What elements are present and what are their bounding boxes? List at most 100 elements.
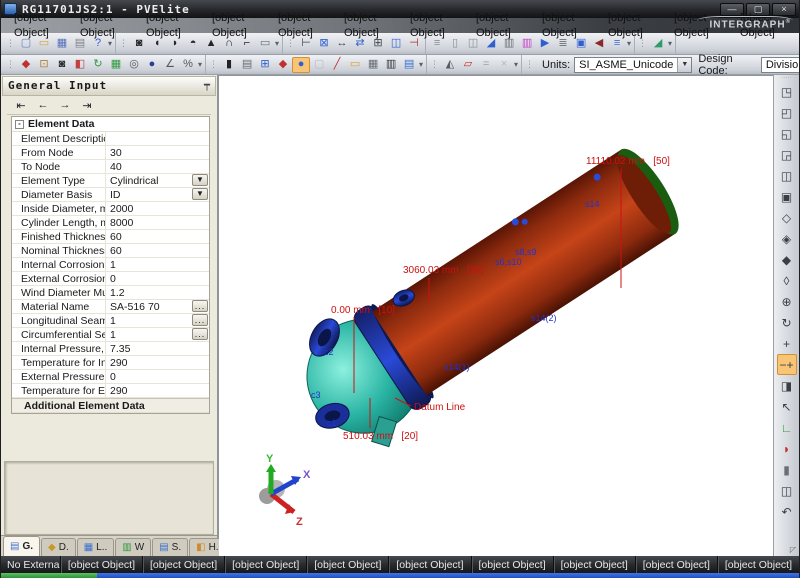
field-value[interactable]: 0 [106, 272, 209, 285]
zoom-window-icon[interactable]: ⊕ [777, 291, 797, 312]
iso-view-3-icon[interactable]: ◆ [777, 249, 797, 270]
menu-item[interactable]: [object Object] [205, 11, 271, 41]
next-element-button[interactable]: → [55, 98, 75, 113]
percent-icon[interactable]: % [179, 57, 197, 73]
field-value[interactable]: 7.35 [106, 342, 209, 355]
refresh-icon[interactable]: ↻ [89, 57, 107, 73]
grid-group-element-data[interactable]: - Element Data [12, 117, 209, 132]
field-value[interactable] [106, 132, 209, 145]
equal-icon[interactable]: = [477, 57, 495, 73]
table-gray-icon[interactable]: ▦ [364, 57, 382, 73]
sphere-blue-icon[interactable]: ● [292, 57, 310, 73]
dropdown-button[interactable]: ▼ [192, 174, 208, 186]
panel-tab[interactable]: ▤ S. [152, 538, 188, 556]
collapse-icon[interactable]: - [15, 120, 24, 129]
field-value[interactable]: 0 [106, 370, 209, 383]
iso-view-2-icon[interactable]: ◈ [777, 228, 797, 249]
field-value[interactable]: 40 [106, 160, 209, 173]
field-value[interactable]: 290 [106, 384, 209, 397]
triad-toggle-icon[interactable]: ∟ [777, 417, 797, 438]
toolbar-grip[interactable]: ⋮ [209, 59, 218, 70]
cube-view-top-icon[interactable]: ◫ [777, 165, 797, 186]
analyze-figure-icon[interactable]: ◆ [274, 57, 292, 73]
iso-view-4-icon[interactable]: ◊ [777, 270, 797, 291]
search-icon[interactable]: ◎ [125, 57, 143, 73]
menu-item[interactable]: [object Object] [337, 11, 403, 41]
field-value[interactable]: 60 [106, 230, 209, 243]
pan-icon[interactable]: + [777, 333, 797, 354]
design-code-combobox[interactable]: Division 1 ▼ [761, 57, 800, 73]
field-value[interactable]: 1 [106, 314, 191, 327]
grid-group-additional-element-data[interactable]: Additional Element Data [12, 398, 209, 413]
ellipsis-button[interactable]: ... [192, 314, 208, 326]
cube-view-right-icon[interactable]: ◲ [777, 144, 797, 165]
dropdown-button[interactable]: ▼ [192, 188, 208, 200]
toolbar-corner-icon[interactable]: ◸ [790, 545, 799, 554]
overflow-icon[interactable]: ▾ [198, 60, 202, 69]
field-value[interactable]: Cylindrical [106, 174, 191, 187]
folder-yellow-icon[interactable]: ▭ [346, 57, 364, 73]
panel-tab[interactable]: ▤ G. [3, 536, 40, 556]
last-element-button[interactable]: ⇥ [77, 98, 97, 113]
toolbar-grip[interactable]: ⋮ [430, 59, 439, 70]
film-icon[interactable]: ▥ [382, 57, 400, 73]
cube-view-left-icon[interactable]: ◱ [777, 123, 797, 144]
ellipsis-button[interactable]: ... [192, 300, 208, 312]
cube-view-front-icon[interactable]: ◳ [777, 81, 797, 102]
field-value[interactable]: 1 [106, 328, 191, 341]
units-dropdown-icon[interactable]: ▼ [677, 58, 691, 72]
rotate-view-icon[interactable]: ↻ [777, 312, 797, 333]
prev-element-button[interactable]: ← [33, 98, 53, 113]
undo-view-icon[interactable]: ↶ [777, 501, 797, 522]
angle-icon[interactable]: ∠ [161, 57, 179, 73]
copy-squares-icon[interactable]: ◧ [71, 57, 89, 73]
disabled-icon[interactable]: × [495, 57, 513, 73]
panel-tab[interactable]: ▦ L.. [77, 538, 115, 556]
select-cursor-icon[interactable]: ↖ [777, 396, 797, 417]
vessel-3d-view[interactable]: 0.00 mm [10] 3060.03 mm [30] 11110.02 mm… [219, 76, 775, 556]
panel-tab[interactable]: ◆ D. [41, 538, 76, 556]
menu-item[interactable]: [object Object] [271, 11, 337, 41]
field-value[interactable]: 60 [106, 244, 209, 257]
climbers-icon[interactable]: ◭ [441, 57, 459, 73]
table-green-icon[interactable]: ▦ [107, 57, 125, 73]
solid-view-icon[interactable]: ▮ [777, 459, 797, 480]
eraser-icon[interactable]: ◗ [777, 438, 797, 459]
menu-item[interactable]: [object Object] [73, 11, 139, 41]
overflow-icon[interactable]: ▾ [419, 60, 423, 69]
first-element-button[interactable]: ⇤ [11, 98, 31, 113]
sphere-dark-icon[interactable]: ● [143, 57, 161, 73]
menu-item[interactable]: [object Object] [139, 11, 205, 41]
plot-icon[interactable]: ⊞ [256, 57, 274, 73]
field-value[interactable]: 290 [106, 356, 209, 369]
form-icon[interactable]: ▤ [238, 57, 256, 73]
menu-item[interactable]: [object Object] [535, 11, 601, 41]
field-value[interactable]: 8000 [106, 216, 209, 229]
ghost-icon[interactable]: ▢ [310, 57, 328, 73]
zoom-dynamic-icon[interactable]: −+ [777, 354, 797, 375]
toolbar-grip[interactable]: ⋮ [6, 59, 15, 70]
named-view-icon[interactable]: ◨ [777, 375, 797, 396]
menu-item[interactable]: [object Object] [403, 11, 469, 41]
report-red-icon[interactable]: ▱ [459, 57, 477, 73]
spark-icon[interactable]: ◆ [17, 57, 35, 73]
field-value[interactable]: SA-516 70 [106, 300, 191, 313]
field-value[interactable]: 1 [106, 258, 209, 271]
ellipsis-button[interactable]: ... [192, 328, 208, 340]
pencil-red-icon[interactable]: ╱ [328, 57, 346, 73]
cylinder-black-icon[interactable]: ▮ [220, 57, 238, 73]
cube-view-back-icon[interactable]: ◰ [777, 102, 797, 123]
export-icon[interactable]: ⊡ [35, 57, 53, 73]
field-value[interactable]: 1.2 [106, 286, 209, 299]
field-value[interactable]: 30 [106, 146, 209, 159]
toolbar-grip[interactable]: ⋮ [525, 59, 534, 70]
projector-icon[interactable]: ◙ [53, 57, 71, 73]
iso-view-1-icon[interactable]: ◇ [777, 207, 797, 228]
menu-item[interactable]: [object Object] [7, 11, 73, 41]
panel-tab[interactable]: ▥ W [115, 538, 151, 556]
cube-view-bottom-icon[interactable]: ▣ [777, 186, 797, 207]
pages-blue-icon[interactable]: ▤ [400, 57, 418, 73]
menu-item[interactable]: [object Object] [601, 11, 667, 41]
pin-icon[interactable]: ┯ [204, 80, 210, 91]
section-view-icon[interactable]: ◫ [777, 480, 797, 501]
